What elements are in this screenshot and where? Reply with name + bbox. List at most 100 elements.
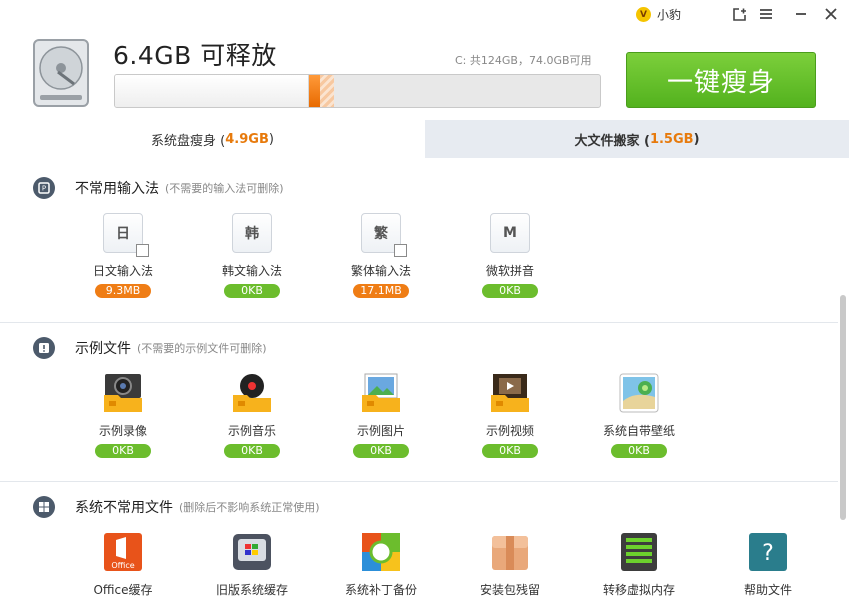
tab-suffix: ) xyxy=(268,131,274,147)
ime-glyph: 日 xyxy=(116,226,130,242)
section-title: 系统不常用文件 xyxy=(75,500,173,516)
minimize-button[interactable] xyxy=(792,5,810,23)
one-click-slim-button[interactable]: 一键瘦身 xyxy=(626,52,816,108)
close-icon xyxy=(825,8,837,20)
size-badge: 0KB xyxy=(353,444,409,458)
ime-glyph: M xyxy=(503,225,517,241)
size-badge: 17.1MB xyxy=(353,284,409,298)
user-avatar: V xyxy=(636,7,651,22)
microsoft-pinyin-icon: M xyxy=(490,213,530,253)
share-icon xyxy=(732,7,746,21)
office-cache[interactable]: Office Office缓存 xyxy=(68,532,178,598)
tab-system-disk-slim[interactable]: 系统盘瘦身 (4.9GB) xyxy=(0,120,425,158)
section-header: 系统不常用文件 (删除后不影响系统正常使用) xyxy=(33,496,320,518)
share-button[interactable] xyxy=(730,5,748,23)
used-space-fill xyxy=(115,75,309,107)
releasable-stripe xyxy=(320,75,334,107)
section-uncommon-system-files: 系统不常用文件 (删除后不影响系统正常使用) Office Office缓存 旧… xyxy=(0,482,838,601)
menu-icon xyxy=(760,9,772,19)
tab-bar: 系统盘瘦身 (4.9GB) 大文件搬家 (1.5GB) xyxy=(0,120,849,158)
section-note: (不需要的示例文件可删除) xyxy=(137,342,267,355)
system-wallpapers[interactable]: 系统自带壁纸 0KB xyxy=(584,373,694,458)
releasable-headline: 6.4GB 可释放 xyxy=(113,41,277,70)
svg-text:P: P xyxy=(42,185,46,193)
office-icon: Office xyxy=(103,532,143,572)
item-label: 示例视频 xyxy=(485,424,534,438)
releasable-space-fill xyxy=(309,75,320,107)
section-header: P 不常用输入法 (不需要的输入法可删除) xyxy=(33,177,284,199)
tab-size: 1.5GB xyxy=(649,131,694,147)
size-badge: 0KB xyxy=(95,444,151,458)
ime-japanese[interactable]: 日 日文输入法 9.3MB xyxy=(68,213,178,298)
section-header: 示例文件 (不需要的示例文件可删除) xyxy=(33,337,267,359)
windows-icon xyxy=(33,496,55,518)
sample-pictures[interactable]: 示例图片 0KB xyxy=(326,373,436,458)
item-label: 示例图片 xyxy=(356,424,405,438)
virtual-memory-icon xyxy=(619,532,659,572)
old-system-icon xyxy=(232,532,272,572)
traditional-ime-icon: 繁 xyxy=(361,213,407,257)
item-label: 微软拼音 xyxy=(485,264,534,278)
item-label: 系统补丁备份 xyxy=(344,583,417,597)
title-bar: V 小豹 6.4GB 可释放 C: 共124GB，74.0GB可用 一键瘦身 xyxy=(0,0,849,120)
sample-recording[interactable]: 示例录像 0KB xyxy=(68,373,178,458)
size-badge: 0KB xyxy=(482,444,538,458)
item-label: 系统自带壁纸 xyxy=(602,424,675,438)
user-name: 小豹 xyxy=(657,8,682,22)
minimize-icon xyxy=(796,13,806,15)
tab-size: 4.9GB xyxy=(225,131,269,147)
user-account[interactable]: V 小豹 xyxy=(636,6,681,23)
size-badge: 0KB xyxy=(482,284,538,298)
section-title: 示例文件 xyxy=(75,341,131,357)
disk-usage-bar xyxy=(114,74,601,108)
ime-traditional[interactable]: 繁 繁体输入法 17.1MB xyxy=(326,213,436,298)
item-label: 示例录像 xyxy=(98,424,147,438)
section-note: (删除后不影响系统正常使用) xyxy=(179,501,320,514)
section-input-methods: P 不常用输入法 (不需要的输入法可删除) 日 日文输入法 9.3MB 韩 韩文… xyxy=(0,163,838,323)
japanese-ime-icon: 日 xyxy=(103,213,149,257)
ime-glyph: 繁 xyxy=(374,226,388,242)
size-badge: 0KB xyxy=(224,284,280,298)
sample-music[interactable]: 示例音乐 0KB xyxy=(197,373,307,458)
content-area: P 不常用输入法 (不需要的输入法可删除) 日 日文输入法 9.3MB 韩 韩文… xyxy=(0,163,838,601)
help-icon-text: ? xyxy=(762,541,774,566)
old-system-cache[interactable]: 旧版系统缓存 xyxy=(197,532,307,598)
item-label: 繁体输入法 xyxy=(350,264,411,278)
patch-backup-icon xyxy=(361,532,401,572)
sample-videos[interactable]: 示例视频 0KB xyxy=(455,373,565,458)
checkbox[interactable] xyxy=(136,244,149,257)
music-folder-icon xyxy=(232,373,272,413)
item-label: 韩文输入法 xyxy=(221,264,282,278)
installer-leftovers[interactable]: 安装包残留 xyxy=(455,532,565,598)
section-note: (不需要的输入法可删除) xyxy=(165,182,284,195)
exclamation-icon xyxy=(33,337,55,359)
size-badge: 0KB xyxy=(611,444,667,458)
patch-backup[interactable]: 系统补丁备份 xyxy=(326,532,436,598)
tab-label: 大文件搬家 ( xyxy=(574,133,650,149)
section-sample-files: 示例文件 (不需要的示例文件可删除) 示例录像 0KB 示例音乐 0KB 示例图… xyxy=(0,323,838,482)
help-files[interactable]: ? 帮助文件 xyxy=(713,532,823,598)
ime-microsoft-pinyin[interactable]: M 微软拼音 0KB xyxy=(455,213,565,298)
vertical-scrollbar[interactable] xyxy=(840,295,846,520)
tab-label: 系统盘瘦身 ( xyxy=(151,133,226,149)
item-label: 帮助文件 xyxy=(743,583,792,597)
item-label: 日文输入法 xyxy=(92,264,153,278)
korean-ime-icon: 韩 xyxy=(232,213,272,253)
keyboard-icon: P xyxy=(33,177,55,199)
checkbox[interactable] xyxy=(394,244,407,257)
move-virtual-memory[interactable]: 转移虚拟内存 xyxy=(584,532,694,598)
picture-folder-icon xyxy=(361,373,401,413)
tab-large-file-move[interactable]: 大文件搬家 (1.5GB) xyxy=(425,120,849,158)
tab-suffix: ) xyxy=(693,131,700,147)
item-label: 安装包残留 xyxy=(479,583,540,597)
section-title: 不常用输入法 xyxy=(75,181,159,197)
menu-button[interactable] xyxy=(757,5,775,23)
close-button[interactable] xyxy=(822,5,840,23)
size-badge: 0KB xyxy=(224,444,280,458)
wallpaper-icon xyxy=(619,373,659,413)
ime-glyph: 韩 xyxy=(245,226,259,242)
item-label: Office缓存 xyxy=(93,583,153,597)
ime-korean[interactable]: 韩 韩文输入法 0KB xyxy=(197,213,307,298)
office-icon-text: Office xyxy=(111,561,134,570)
installer-box-icon xyxy=(490,532,530,572)
